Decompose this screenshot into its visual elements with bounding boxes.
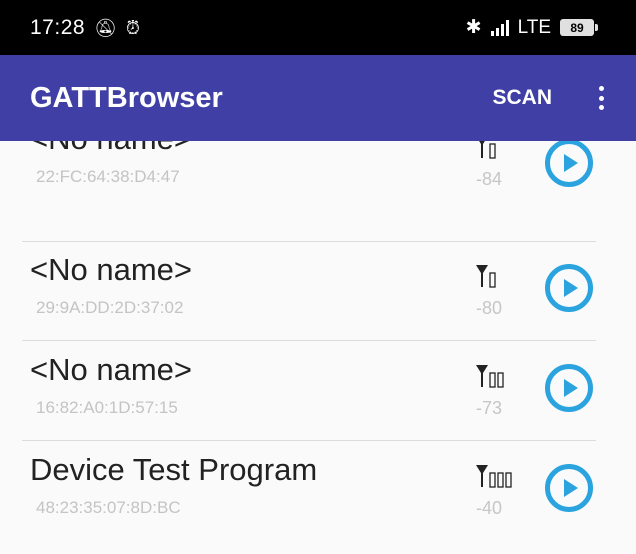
connect-button[interactable] xyxy=(545,364,593,412)
play-icon xyxy=(564,154,578,172)
app-bar: GATTBrowser SCAN xyxy=(0,55,636,141)
device-name: <No name> xyxy=(30,141,192,157)
signal-icon xyxy=(490,19,509,36)
network-type: LTE xyxy=(517,16,551,38)
device-address: 48:23:35:07:8D:BC xyxy=(36,498,181,517)
play-icon xyxy=(564,479,578,497)
device-address: 29:9A:DD:2D:37:02 xyxy=(36,298,184,317)
do-not-disturb-icon: 🔕︎ xyxy=(94,17,117,38)
connect-button[interactable] xyxy=(545,141,593,187)
battery-icon: 89 xyxy=(560,19,598,36)
device-address: 22:FC:64:38:D4:47 xyxy=(36,167,180,186)
status-bar-right: ✱ LTE 89 xyxy=(465,16,598,39)
play-icon xyxy=(564,379,578,397)
signal-strength-icon xyxy=(475,262,521,288)
list-item[interactable]: <No name> 22:FC:64:38:D4:47 -84 xyxy=(0,141,636,242)
app-title: GATTBrowser xyxy=(30,81,223,114)
play-icon xyxy=(564,279,578,297)
rssi-value: -84 xyxy=(476,169,503,189)
scan-button[interactable]: SCAN xyxy=(492,86,552,110)
device-name: <No name> xyxy=(30,352,192,387)
device-address: 16:82:A0:1D:57:15 xyxy=(36,398,178,417)
device-name: <No name> xyxy=(30,252,192,287)
status-time: 17:28 xyxy=(30,15,86,39)
list-item[interactable]: Device Test Program 48:23:35:07:8D:BC -4… xyxy=(0,440,636,541)
connect-button[interactable] xyxy=(545,264,593,312)
status-bar: 17:28 🔕︎ ⏰︎ ✱ LTE 89 xyxy=(0,0,636,55)
more-vert-icon[interactable] xyxy=(596,86,606,110)
signal-strength-icon xyxy=(475,362,521,388)
connect-button[interactable] xyxy=(545,464,593,512)
signal-strength-icon xyxy=(475,462,521,488)
alarm-icon: ⏰︎ xyxy=(125,17,140,38)
rssi-value: -73 xyxy=(476,398,503,418)
device-list[interactable]: <No name> 22:FC:64:38:D4:47 -84 <No name… xyxy=(0,141,636,554)
rssi-value: -80 xyxy=(476,298,503,318)
status-bar-left: 17:28 🔕︎ ⏰︎ xyxy=(30,16,140,40)
bluetooth-icon: ✱ xyxy=(465,17,482,38)
signal-strength-icon xyxy=(475,141,521,159)
rssi-value: -40 xyxy=(476,498,503,518)
device-name: Device Test Program xyxy=(30,452,318,487)
list-item[interactable]: <No name> 29:9A:DD:2D:37:02 -80 xyxy=(0,240,636,341)
list-item[interactable]: <No name> 16:82:A0:1D:57:15 -73 xyxy=(0,340,636,441)
